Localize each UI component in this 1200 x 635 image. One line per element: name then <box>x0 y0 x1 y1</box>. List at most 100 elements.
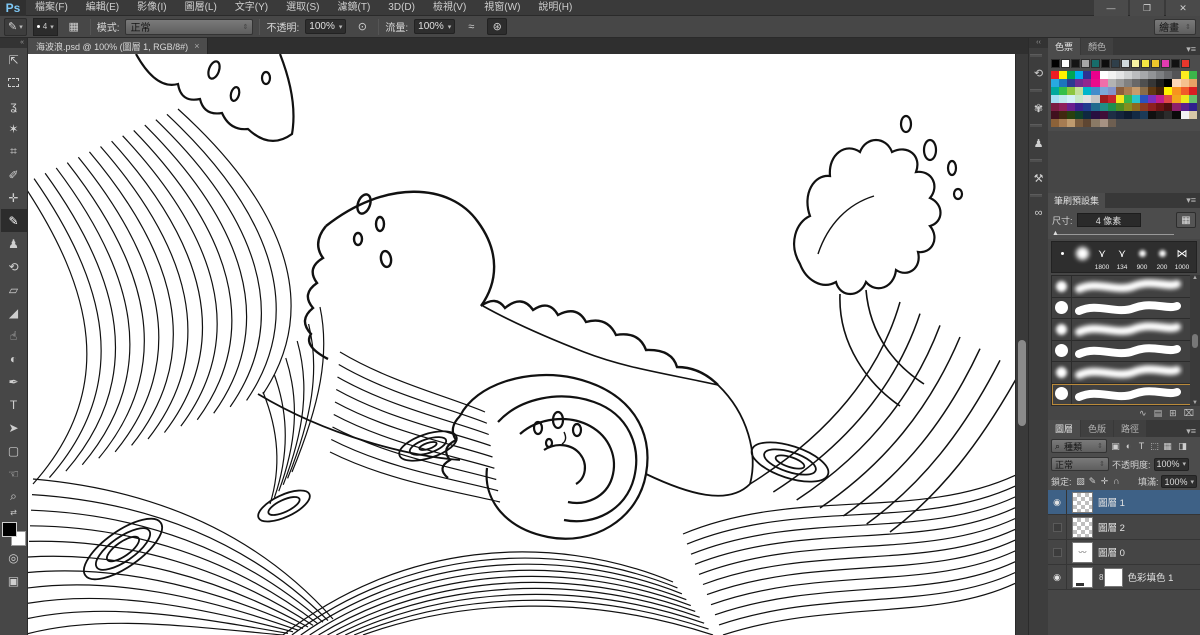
color-swatch[interactable] <box>1124 79 1132 87</box>
color-swatch[interactable] <box>1124 111 1132 119</box>
filter-shape-icon[interactable]: ⬚ <box>1148 441 1161 452</box>
brush-list-scrollbar[interactable]: ▲ ▼ <box>1190 275 1200 406</box>
color-swatch[interactable] <box>1148 87 1156 95</box>
pressure-opacity-button[interactable]: ⊙ <box>352 18 372 35</box>
color-swatch[interactable] <box>1116 79 1124 87</box>
color-swatch[interactable] <box>1164 95 1172 103</box>
brush-tip[interactable]: 900 <box>1132 242 1152 272</box>
crop-tool[interactable]: ⌗ <box>1 140 27 163</box>
color-swatch[interactable] <box>1132 111 1140 119</box>
color-swatch[interactable] <box>1059 71 1067 79</box>
color-swatch[interactable] <box>1061 59 1070 68</box>
color-swatch[interactable] <box>1156 71 1164 79</box>
color-swatch[interactable] <box>1116 71 1124 79</box>
marquee-tool[interactable] <box>1 71 27 94</box>
color-swatch[interactable] <box>1075 103 1083 111</box>
color-swatch[interactable] <box>1108 87 1116 95</box>
airbrush-button[interactable]: ≈ <box>461 18 481 35</box>
quick-mask-button[interactable]: ◎ <box>1 546 27 569</box>
color-swatch[interactable] <box>1081 59 1090 68</box>
color-swatch[interactable] <box>1091 119 1099 127</box>
stroke-preview-icon[interactable]: ∿ <box>1139 408 1147 419</box>
menu-item[interactable]: 選取(S) <box>277 0 328 16</box>
color-swatch[interactable] <box>1124 71 1132 79</box>
eyedropper-tool[interactable]: ✐ <box>1 163 27 186</box>
restore-button[interactable]: ❐ <box>1130 0 1164 16</box>
gradient-tool[interactable]: ◢ <box>1 301 27 324</box>
color-swatch[interactable] <box>1100 103 1108 111</box>
color-swatch[interactable] <box>1156 95 1164 103</box>
color-swatch[interactable] <box>1108 111 1116 119</box>
color-swatch[interactable] <box>1132 87 1140 95</box>
layer-row[interactable]: ◉8色彩填色 1 <box>1048 565 1200 590</box>
dodge-tool[interactable]: ◐ <box>1 347 27 370</box>
color-swatch[interactable] <box>1075 79 1083 87</box>
visibility-toggle[interactable] <box>1048 540 1067 564</box>
color-swatch[interactable] <box>1156 87 1164 95</box>
eraser-tool[interactable]: ▱ <box>1 278 27 301</box>
color-swatch[interactable] <box>1156 103 1164 111</box>
preset-folder-icon[interactable]: ▤ <box>1154 408 1163 419</box>
panel-menu-icon[interactable]: ▾≡ <box>1186 195 1200 206</box>
color-swatch[interactable] <box>1181 79 1189 87</box>
color-swatch[interactable] <box>1083 95 1091 103</box>
foreground-color-swatch[interactable] <box>2 522 17 537</box>
magic-wand-tool[interactable]: ✶ <box>1 117 27 140</box>
color-swatch[interactable] <box>1172 103 1180 111</box>
tab-色票[interactable]: 色票 <box>1048 38 1080 55</box>
color-swatch[interactable] <box>1108 95 1116 103</box>
color-swatch[interactable] <box>1164 79 1172 87</box>
color-swatch[interactable] <box>1164 71 1172 79</box>
color-swatch[interactable] <box>1108 103 1116 111</box>
tab-顏色[interactable]: 顏色 <box>1081 38 1113 55</box>
pressure-size-button[interactable]: ⊛ <box>487 18 507 35</box>
color-swatch[interactable] <box>1091 95 1099 103</box>
clone-source-icon[interactable]: ♟ <box>1030 133 1048 153</box>
layer-row[interactable]: 圖層 2 <box>1048 515 1200 540</box>
menu-item[interactable]: 影像(I) <box>128 0 175 16</box>
move-tool[interactable]: ⇱ <box>1 48 27 71</box>
layer-thumbnail[interactable] <box>1072 567 1093 588</box>
tab-色版[interactable]: 色版 <box>1081 420 1113 437</box>
color-swatch[interactable] <box>1059 111 1067 119</box>
color-swatch[interactable] <box>1083 71 1091 79</box>
layer-row[interactable]: ◉圖層 1 <box>1048 490 1200 515</box>
vertical-scrollbar[interactable] <box>1015 54 1028 635</box>
filter-smart-icon[interactable]: ▦ <box>1161 441 1174 452</box>
color-swatch[interactable] <box>1121 59 1130 68</box>
brush-tip[interactable]: ⋎134 <box>1112 242 1132 272</box>
delete-brush-icon[interactable]: ⌧ <box>1184 408 1194 419</box>
color-swatch[interactable] <box>1067 111 1075 119</box>
panel-menu-icon[interactable]: ▾≡ <box>1186 44 1200 55</box>
color-swatch[interactable] <box>1164 87 1172 95</box>
color-swatch[interactable] <box>1100 87 1108 95</box>
brush-preset-row[interactable] <box>1052 384 1196 406</box>
foreground-background-swatches[interactable] <box>2 522 26 546</box>
layer-opacity-field[interactable]: 100% ▾ <box>1154 458 1190 471</box>
brush-tip[interactable]: 200 <box>1152 242 1172 272</box>
color-swatch[interactable] <box>1189 79 1197 87</box>
brush-tip[interactable] <box>1072 242 1092 272</box>
color-swatch[interactable] <box>1181 87 1189 95</box>
color-swatch[interactable] <box>1108 119 1116 127</box>
scrollbar-thumb[interactable] <box>1018 340 1026 426</box>
color-swatch[interactable] <box>1172 111 1180 119</box>
new-brush-icon[interactable]: ⊞ <box>1169 408 1177 419</box>
menu-item[interactable]: 視窗(W) <box>475 0 529 16</box>
color-swatch[interactable] <box>1124 95 1132 103</box>
brush-tool[interactable]: ✎ <box>1 209 27 232</box>
color-swatch[interactable] <box>1172 95 1180 103</box>
color-swatch[interactable] <box>1091 111 1099 119</box>
color-swatch[interactable] <box>1132 71 1140 79</box>
color-swatch[interactable] <box>1059 95 1067 103</box>
filter-adjustment-icon[interactable]: ◐ <box>1122 441 1135 452</box>
color-swatch[interactable] <box>1051 71 1059 79</box>
menu-item[interactable]: 檢視(V) <box>424 0 475 16</box>
tool-presets-icon[interactable]: ✾ <box>1030 98 1048 118</box>
lasso-tool[interactable]: ʓ <box>1 94 27 117</box>
color-swatch[interactable] <box>1148 79 1156 87</box>
layer-thumbnail[interactable] <box>1072 517 1093 538</box>
color-swatch[interactable] <box>1189 71 1197 79</box>
color-swatch[interactable] <box>1181 59 1190 68</box>
type-tool[interactable]: T <box>1 393 27 416</box>
